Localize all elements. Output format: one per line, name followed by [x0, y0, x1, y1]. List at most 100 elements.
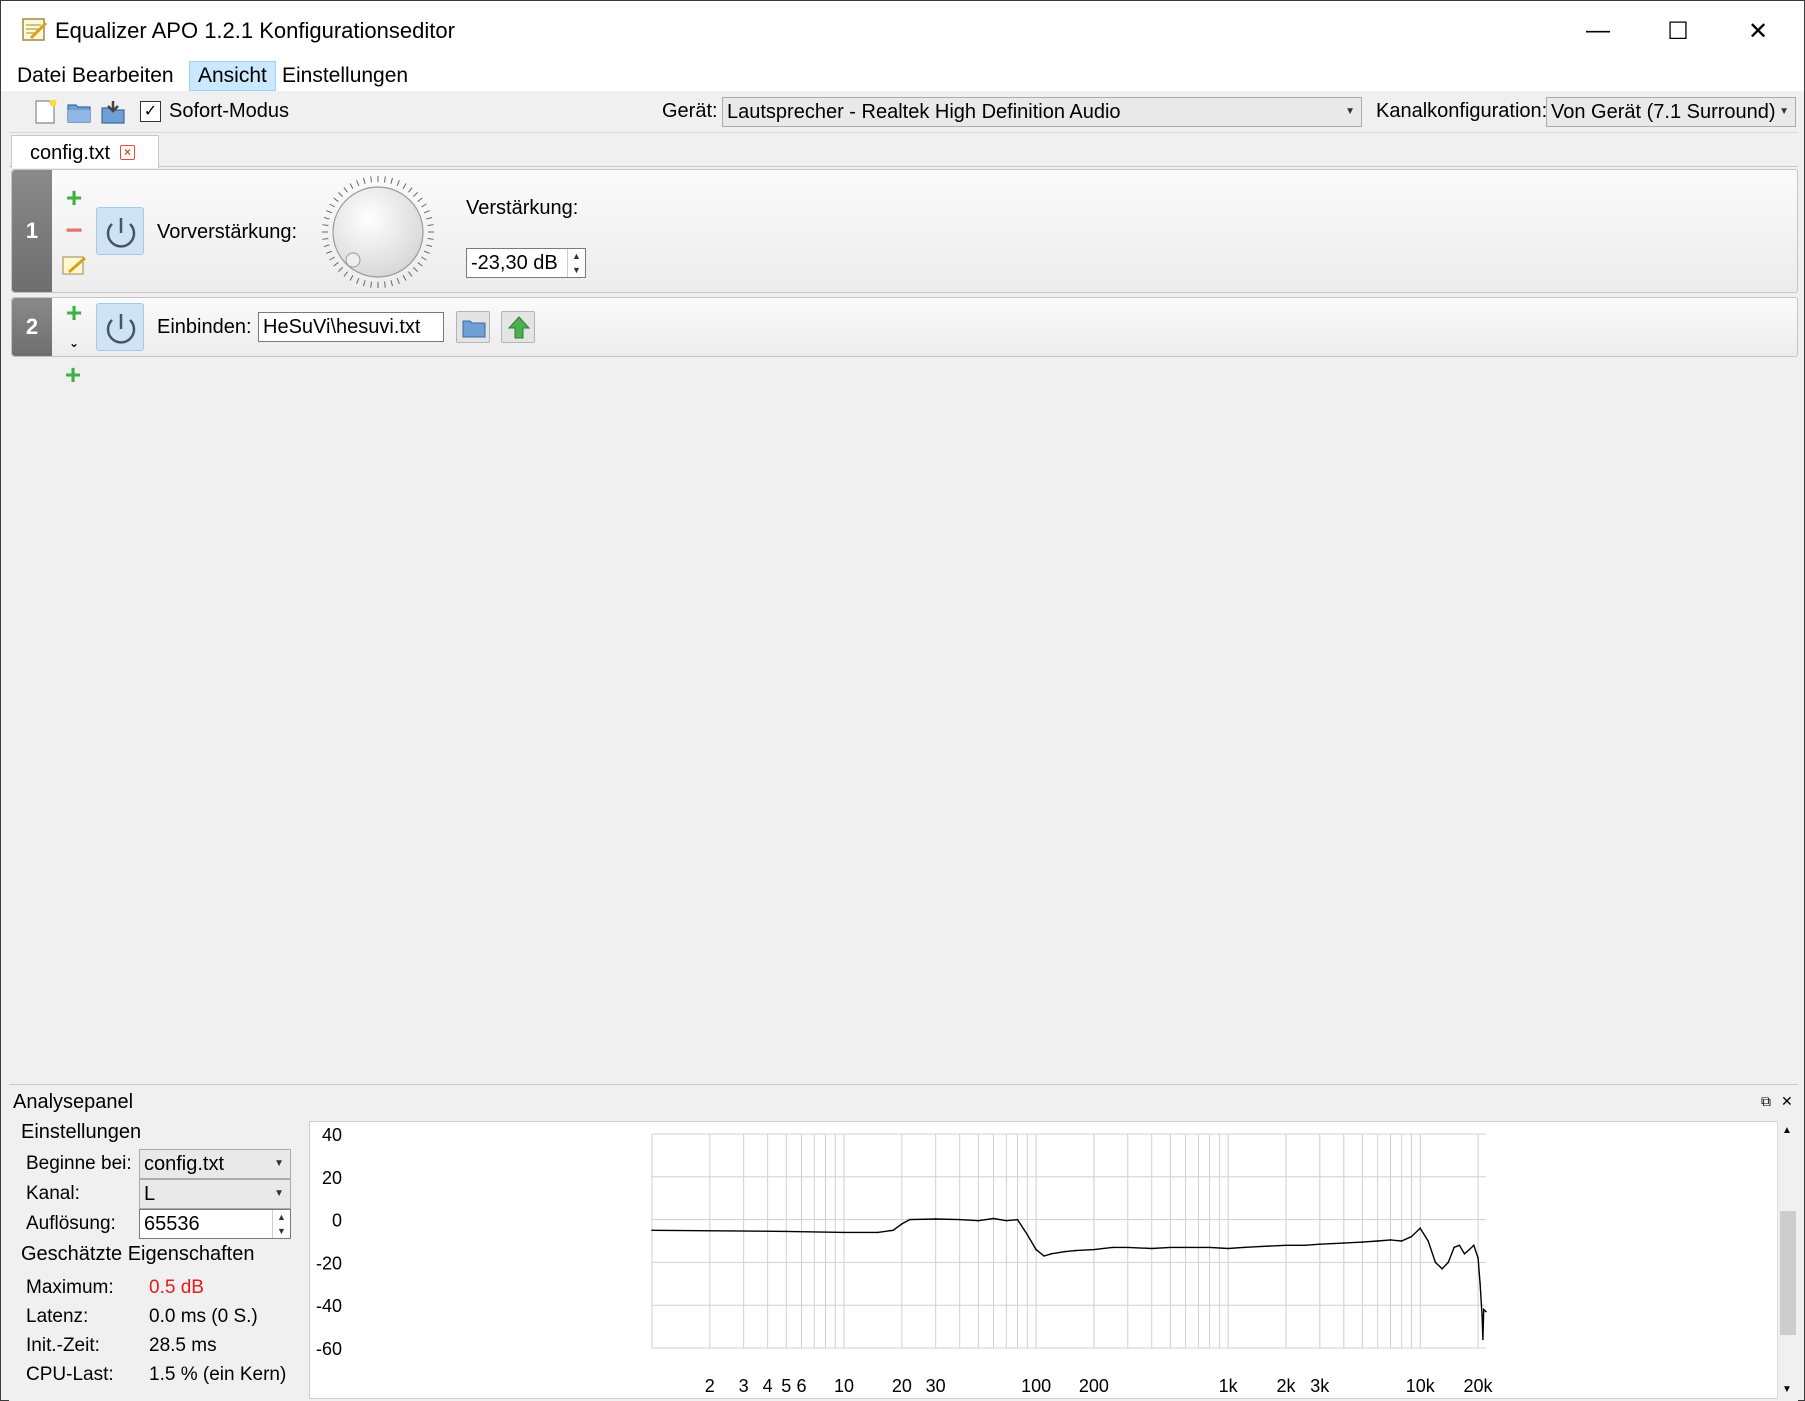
knob-tick [421, 256, 427, 261]
close-icon[interactable]: × [120, 145, 135, 160]
response-curve-point [958, 1218, 961, 1221]
x-tick-label: 5 [781, 1376, 791, 1396]
power-toggle-button[interactable] [96, 207, 144, 255]
add-filter-icon[interactable]: + [62, 361, 84, 389]
close-button[interactable]: ✕ [1718, 1, 1798, 61]
x-tick-label: 1k [1219, 1376, 1239, 1396]
response-curve-point [1343, 1242, 1345, 1244]
chevron-down-icon[interactable]: ⌄ [63, 332, 85, 354]
tab-config-label: config.txt [30, 142, 111, 164]
remove-filter-icon[interactable]: − [63, 216, 85, 246]
response-curve-point [1477, 1257, 1479, 1259]
chevron-down-icon: ▼ [274, 1188, 284, 1199]
y-tick-label: 40 [322, 1125, 342, 1145]
response-curve-point [1427, 1240, 1429, 1242]
add-filter-icon[interactable]: + [63, 299, 85, 327]
channel-config-select[interactable]: Von Gerät (7.1 Surround) ▼ [1546, 97, 1796, 127]
response-curve-point [1389, 1239, 1392, 1241]
response-curve-point [1026, 1233, 1029, 1236]
response-curve-point [877, 1231, 879, 1234]
menu-ansicht[interactable]: Ansicht [189, 61, 276, 91]
knob-tick [333, 262, 339, 267]
chevron-down-icon: ▼ [274, 1158, 284, 1169]
gain-spinbox[interactable]: -23,30 dB ▲ ▼ [466, 248, 586, 278]
response-curve-point [1410, 1235, 1413, 1238]
device-select[interactable]: Lautsprecher - Realtek High Definition A… [722, 97, 1362, 127]
spin-arrows-icon[interactable]: ▲ ▼ [272, 1210, 290, 1238]
y-tick-label: -60 [316, 1339, 342, 1359]
add-filter-icon[interactable]: + [63, 184, 85, 212]
resolution-spinbox[interactable]: 65536 ▲ ▼ [139, 1209, 291, 1239]
knob-tick [408, 271, 413, 277]
menu-bearbeiten[interactable]: Bearbeiten [64, 61, 182, 91]
knob-tick [338, 267, 343, 272]
max-label: Maximum: [26, 1277, 114, 1298]
device-label: Gerät: [662, 100, 718, 122]
channel-select[interactable]: L ▼ [139, 1179, 291, 1209]
undock-icon[interactable]: ⧉ [1761, 1093, 1771, 1110]
response-curve-point [901, 1223, 903, 1225]
resolution-label: Auflösung: [26, 1213, 116, 1234]
response-curve-point [892, 1229, 894, 1232]
maximize-button[interactable]: ☐ [1638, 1, 1718, 61]
response-curve-point [1169, 1246, 1172, 1249]
spin-arrows-icon[interactable]: ▲ ▼ [567, 249, 585, 277]
gain-label: Verstärkung: [466, 197, 579, 219]
filter-number: 2 [12, 298, 52, 356]
response-curve-point [1361, 1241, 1364, 1243]
start-select[interactable]: config.txt ▼ [139, 1149, 291, 1179]
response-curve-point [1005, 1219, 1008, 1222]
scroll-thumb[interactable] [1780, 1211, 1796, 1335]
instant-mode-checkbox[interactable]: ✓ [140, 101, 161, 122]
new-file-icon[interactable] [31, 98, 59, 126]
frequency-response-chart: 40200-20-40-602 3 4 5 6 10 20 30 100 200 1k 2k 3k 10k… [316, 1125, 1494, 1396]
response-curve-point [785, 1230, 787, 1233]
scroll-up-icon[interactable]: ▲ [1782, 1125, 1792, 1136]
frequency-response-plot[interactable]: 40 20 0 -20 -40 -60 2 3 4 5 6 10 20 30 100 200 1k 2k 3k 10k… [309, 1121, 1779, 1399]
response-curve-point [1376, 1240, 1379, 1242]
knob-tick [349, 275, 354, 281]
response-curve-point [1303, 1244, 1306, 1247]
x-tick-label: 3 [739, 1376, 749, 1396]
include-path-input[interactable]: HeSuVi\hesuvi.txt [258, 312, 444, 342]
knob-tick [338, 192, 343, 197]
knob-tick [396, 180, 400, 186]
close-icon[interactable]: ✕ [1781, 1093, 1793, 1110]
browse-folder-button[interactable] [456, 311, 490, 343]
response-curve-point [651, 1229, 653, 1232]
menu-einstellungen[interactable]: Einstellungen [274, 61, 416, 91]
x-tick-label: 30 [926, 1376, 946, 1396]
tab-config[interactable]: config.txt × [11, 135, 159, 168]
knob-tick [402, 183, 407, 189]
toolbar: ✓ Sofort-Modus Gerät: Lautsprecher - Rea… [9, 93, 1798, 133]
y-tick-label: 20 [322, 1168, 342, 1188]
knob-tick [427, 238, 434, 240]
knob-tick [356, 180, 360, 186]
knob-tick [413, 267, 418, 272]
edit-icon[interactable] [61, 252, 87, 278]
power-toggle-button[interactable] [96, 303, 144, 351]
open-file-icon[interactable] [65, 98, 93, 126]
response-curve-point [1482, 1308, 1485, 1311]
response-curve-series [651, 1217, 1487, 1340]
response-curve-point [934, 1218, 937, 1220]
save-file-icon[interactable] [99, 98, 127, 126]
response-curve-point [1043, 1255, 1045, 1257]
knob-tick [384, 176, 386, 183]
knob-tick [349, 183, 354, 189]
response-curve-point [1447, 1261, 1450, 1264]
plot-scrollbar[interactable]: ▲ ▼ [1777, 1121, 1797, 1399]
response-curve-point [909, 1218, 911, 1221]
scroll-down-icon[interactable]: ▼ [1782, 1384, 1792, 1395]
knob-tick [343, 271, 348, 277]
chevron-down-icon: ▼ [1345, 106, 1355, 117]
knob-tick [413, 192, 418, 197]
knob-tick [323, 244, 330, 247]
y-tick-label: -40 [316, 1296, 342, 1316]
response-curve-point [1242, 1246, 1245, 1249]
open-include-button[interactable] [501, 311, 535, 343]
knob-tick [333, 197, 339, 202]
knob-tick [370, 281, 372, 288]
minimize-button[interactable]: — [1558, 1, 1638, 61]
gain-knob[interactable] [318, 172, 438, 292]
